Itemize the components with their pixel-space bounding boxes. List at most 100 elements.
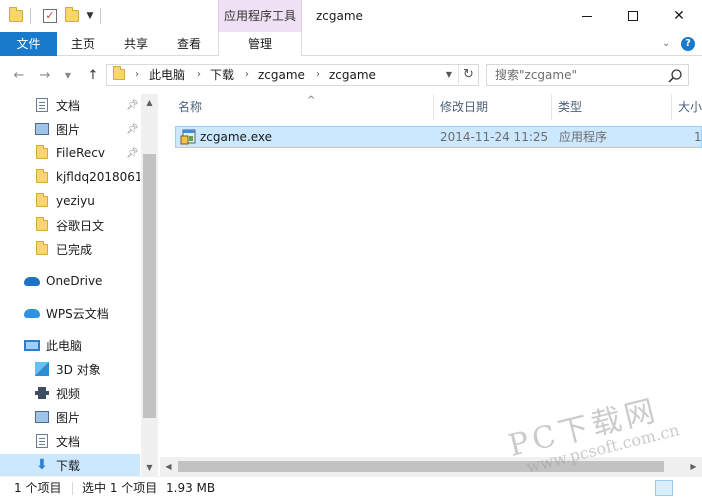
sidebar-item-3d-objects[interactable]: 3D 对象 xyxy=(0,358,140,380)
sidebar-item-filerecv[interactable]: FileRecv 📌︎ xyxy=(0,142,140,164)
sidebar-item-documents-pc[interactable]: 文档 xyxy=(0,430,140,452)
customize-quick-access-icon[interactable]: ▼ xyxy=(84,6,96,26)
pin-icon[interactable]: 📌︎ xyxy=(126,148,139,159)
toolbar-divider xyxy=(100,8,101,24)
selection-size: 1.93 MB xyxy=(166,481,216,495)
sidebar-item-google-japanese[interactable]: 谷歌日文 xyxy=(0,214,140,236)
sidebar-item-videos[interactable]: 视频 xyxy=(0,382,140,404)
tab-view[interactable]: 查看 xyxy=(168,32,210,56)
expand-ribbon-icon[interactable]: ⌄ xyxy=(662,38,670,49)
downloads-icon: ⬇ xyxy=(36,457,48,473)
pictures-icon xyxy=(34,121,50,137)
back-arrow-icon[interactable]: ← xyxy=(10,66,28,84)
search-box[interactable]: 搜索"zcgame" xyxy=(486,64,689,86)
sidebar-item-completed[interactable]: 已完成 xyxy=(0,238,140,260)
maximize-icon xyxy=(628,11,638,21)
new-folder-icon[interactable] xyxy=(62,6,82,26)
sidebar-item-this-pc[interactable]: 此电脑 xyxy=(0,334,140,356)
sidebar-item-pictures-pc[interactable]: 图片 xyxy=(0,406,140,428)
status-bar: 1 个项目 选中 1 个项目 1.93 MB xyxy=(0,476,702,500)
chevron-right-icon[interactable]: › xyxy=(197,65,201,85)
toolbar-divider xyxy=(30,8,31,24)
tab-home[interactable]: 主页 xyxy=(62,32,104,56)
pin-icon[interactable]: 📌︎ xyxy=(126,100,139,111)
tab-file[interactable]: 文件 xyxy=(0,32,57,56)
file-size: 1 xyxy=(694,130,702,144)
help-icon[interactable]: ? xyxy=(681,37,695,51)
search-input[interactable]: 搜索"zcgame" xyxy=(495,65,577,85)
address-history-dropdown-icon[interactable]: ▼ xyxy=(442,65,456,85)
refresh-icon[interactable]: ↻ xyxy=(458,65,478,85)
close-icon: ✕ xyxy=(673,8,685,24)
file-name: zcgame.exe xyxy=(200,130,273,144)
scrollbar-thumb[interactable] xyxy=(143,154,156,418)
scroll-up-icon[interactable]: ▲ xyxy=(141,94,158,111)
tab-share[interactable]: 共享 xyxy=(115,32,157,56)
scroll-right-icon[interactable]: ▶ xyxy=(685,457,702,476)
column-header-type[interactable]: 类型 xyxy=(552,94,672,120)
sidebar-item-label: 视频 xyxy=(56,386,81,401)
chevron-right-icon[interactable]: › xyxy=(316,65,320,85)
status-divider xyxy=(72,482,73,495)
column-header-name[interactable]: 名称 ^ xyxy=(172,94,434,120)
onedrive-icon xyxy=(24,273,40,289)
breadcrumb-downloads[interactable]: 下载 xyxy=(210,65,234,85)
folder-icon xyxy=(34,168,50,185)
folder-icon xyxy=(34,192,50,209)
ribbon-tabs: 文件 主页 共享 查看 管理 ⌄ ? xyxy=(0,32,702,57)
address-bar[interactable]: › 此电脑 › 下载 › zcgame › zcgame ▼ ↻ xyxy=(106,64,479,86)
folder-icon xyxy=(34,144,50,161)
folder-icon[interactable] xyxy=(6,6,26,26)
breadcrumb-zcgame-current[interactable]: zcgame xyxy=(329,65,376,85)
sidebar-scrollbar[interactable]: ▲ ▼ xyxy=(141,94,158,476)
sidebar-item-kjfldq[interactable]: kjfldq2018061910 xyxy=(0,166,140,188)
breadcrumb-this-pc[interactable]: 此电脑 xyxy=(149,65,185,85)
forward-arrow-icon[interactable]: → xyxy=(36,66,54,84)
sidebar-item-label: 下载 xyxy=(56,458,81,473)
sidebar-item-onedrive[interactable]: OneDrive xyxy=(0,270,140,292)
folder-icon xyxy=(34,216,50,233)
chevron-right-icon[interactable]: › xyxy=(245,65,249,85)
file-type: 应用程序 xyxy=(559,130,608,144)
application-tools-context-label: 应用程序工具 xyxy=(218,0,302,32)
window-title: zcgame xyxy=(316,9,363,23)
column-header-modified[interactable]: 修改日期 xyxy=(434,94,552,120)
properties-icon[interactable]: ✓ xyxy=(40,6,60,26)
maximize-button[interactable] xyxy=(610,0,656,32)
tab-manage[interactable]: 管理 xyxy=(218,32,302,57)
sidebar-item-documents[interactable]: 文档 📌︎ xyxy=(0,94,140,116)
3d-objects-icon xyxy=(34,361,50,377)
sidebar-item-pictures[interactable]: 图片 📌︎ xyxy=(0,118,140,140)
search-icon[interactable] xyxy=(667,68,683,84)
scrollbar-thumb[interactable] xyxy=(178,461,664,472)
this-pc-icon xyxy=(24,337,40,353)
sidebar-item-label: OneDrive xyxy=(46,274,103,288)
sidebar-item-wps-cloud[interactable]: WPS云文档 xyxy=(0,302,140,324)
close-button[interactable]: ✕ xyxy=(656,0,702,32)
sidebar-item-label: WPS云文档 xyxy=(46,306,109,321)
pin-icon[interactable]: 📌︎ xyxy=(126,124,139,135)
sidebar-item-label: 文档 xyxy=(56,98,81,113)
sidebar-item-downloads[interactable]: ⬇ 下载 xyxy=(0,454,140,476)
breadcrumb-zcgame[interactable]: zcgame xyxy=(258,65,305,85)
scroll-left-icon[interactable]: ◀ xyxy=(160,457,177,476)
table-row[interactable]: zcgame.exe 2014-11-24 11:25 应用程序 1 xyxy=(175,126,702,148)
sidebar-item-label: 此电脑 xyxy=(46,338,83,353)
navigation-pane: 文档 📌︎ 图片 📌︎ FileRecv 📌︎ kjfldq2018061910… xyxy=(0,94,158,476)
sort-ascending-icon: ^ xyxy=(307,95,316,106)
horizontal-scrollbar[interactable]: ◀ ▶ xyxy=(160,457,702,476)
details-view-icon[interactable] xyxy=(655,480,673,496)
file-modified-date: 2014-11-24 11:25 xyxy=(440,130,549,144)
up-arrow-icon[interactable]: ↑ xyxy=(84,66,102,84)
column-header-size[interactable]: 大小 xyxy=(672,94,702,120)
minimize-button[interactable] xyxy=(564,0,610,32)
document-icon xyxy=(34,433,50,449)
recent-locations-icon[interactable]: ▼ xyxy=(62,66,74,84)
sidebar-item-label: FileRecv xyxy=(56,146,105,160)
wps-cloud-icon xyxy=(24,305,40,321)
chevron-right-icon[interactable]: › xyxy=(135,65,139,85)
sidebar-item-yeziyu[interactable]: yeziyu xyxy=(0,190,140,212)
large-icons-view-icon[interactable] xyxy=(678,480,696,496)
scroll-down-icon[interactable]: ▼ xyxy=(141,459,158,476)
item-count: 1 个项目 xyxy=(14,481,62,495)
